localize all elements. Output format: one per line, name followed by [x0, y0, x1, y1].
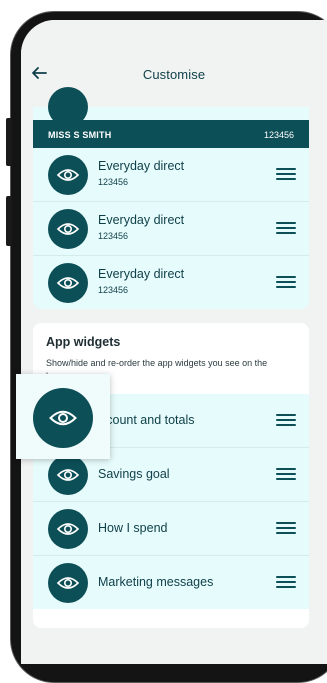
account-title: Everyday direct [98, 267, 185, 281]
eye-icon[interactable] [48, 209, 88, 249]
list-item[interactable]: Everyday direct 123456 [33, 202, 309, 256]
eye-icon[interactable] [48, 509, 88, 549]
account-subtitle: 123456 [98, 231, 129, 241]
section-title: App widgets [46, 335, 121, 349]
phone-side-button [6, 196, 12, 246]
account-title: Everyday direct [98, 213, 185, 227]
widget-label: Savings goal [98, 467, 170, 481]
eye-icon[interactable] [33, 388, 93, 448]
account-header: MISS S SMITH 123456 [33, 120, 309, 148]
drag-handle-icon[interactable] [276, 468, 296, 481]
page-title: Customise [142, 67, 206, 82]
account-title: Everyday direct [98, 159, 185, 173]
drag-handle-icon[interactable] [276, 414, 296, 427]
dragged-widget-item[interactable] [16, 374, 110, 459]
widget-label: Marketing messages [98, 575, 214, 589]
list-item[interactable]: How I spend [33, 502, 309, 556]
screen: Customise MISS S SMITH 123456 Everyday d… [21, 20, 327, 664]
account-subtitle: 123456 [98, 285, 129, 295]
eye-icon[interactable] [48, 263, 88, 303]
phone-side-button [6, 118, 12, 166]
drag-handle-icon[interactable] [276, 276, 296, 289]
list-item[interactable]: Marketing messages [33, 556, 309, 609]
account-holder-name: MISS S SMITH [48, 130, 112, 140]
list-item[interactable]: Everyday direct 123456 [33, 256, 309, 309]
drag-handle-icon[interactable] [276, 168, 296, 181]
eye-icon[interactable] [48, 455, 88, 495]
widget-label: How I spend [98, 521, 168, 535]
drag-handle-icon[interactable] [276, 576, 296, 589]
list-item[interactable]: Everyday direct 123456 [33, 148, 309, 202]
drag-handle-icon[interactable] [276, 522, 296, 535]
account-subtitle: 123456 [98, 177, 129, 187]
widget-label: ccount and totals [100, 413, 195, 427]
eye-icon[interactable] [48, 155, 88, 195]
eye-icon[interactable] [48, 563, 88, 603]
drag-handle-icon[interactable] [276, 222, 296, 235]
account-number: 123456 [263, 130, 294, 140]
